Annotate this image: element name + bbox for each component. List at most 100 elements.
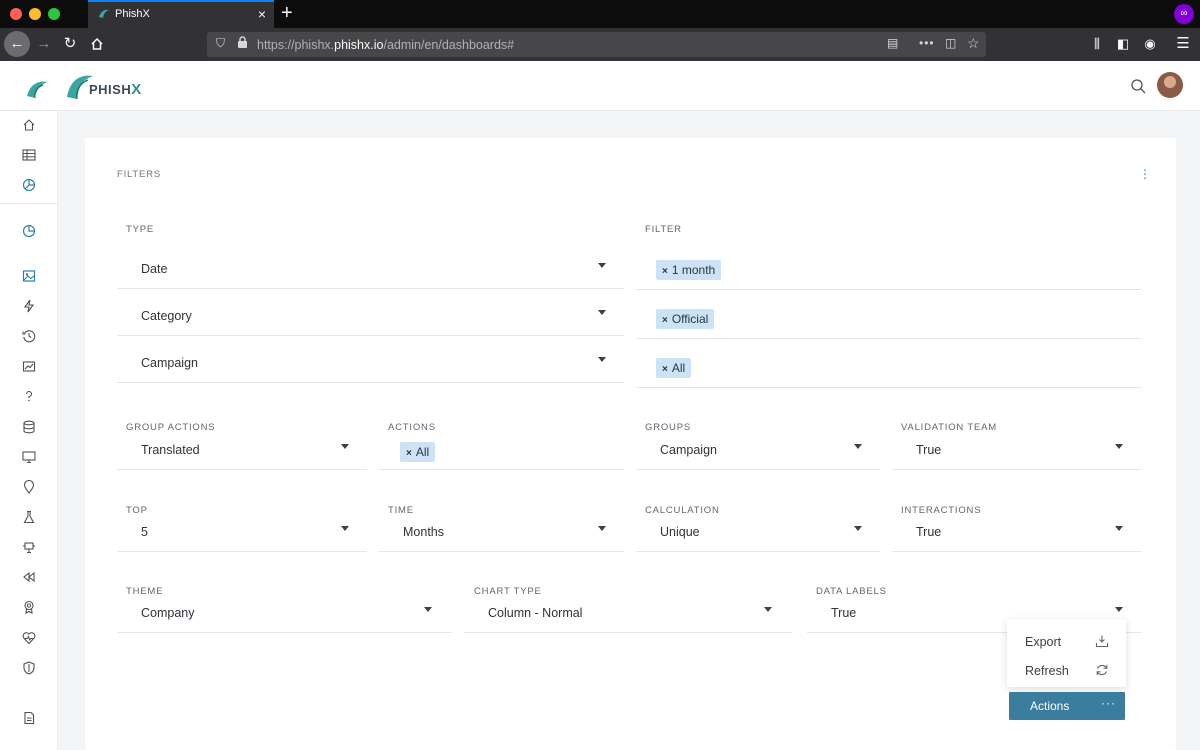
remove-chip-icon[interactable]: × [662, 364, 668, 375]
home-button[interactable] [86, 32, 108, 56]
chart-type-value: Column - Normal [488, 606, 583, 620]
private-browsing-icon[interactable]: ∞ [1174, 4, 1194, 24]
remove-chip-icon[interactable]: × [662, 315, 668, 326]
filter-select-category[interactable]: × Official [636, 298, 1141, 339]
network-icon[interactable] [22, 540, 44, 560]
download-icon [1095, 634, 1109, 648]
health-icon[interactable] [22, 631, 44, 651]
chevron-down-icon [1115, 526, 1123, 531]
forward-button[interactable]: → [34, 32, 54, 56]
avatar[interactable] [1157, 72, 1183, 98]
browser-tab[interactable]: PhishX × [88, 0, 274, 28]
actions-button-label: Actions [1030, 699, 1070, 713]
chevron-down-icon [598, 357, 606, 362]
group-actions-select[interactable]: Translated [117, 430, 367, 470]
chevron-down-icon [854, 526, 862, 531]
chevron-down-icon [598, 526, 606, 531]
hamburger-menu-icon[interactable]: ☰ [1173, 32, 1193, 56]
actions-select[interactable]: × All [379, 430, 624, 470]
chart-pie-icon[interactable] [22, 224, 44, 244]
home-icon[interactable] [22, 118, 44, 138]
award-icon[interactable] [22, 600, 44, 620]
search-icon[interactable] [1131, 79, 1146, 99]
minimize-window-button[interactable] [29, 8, 41, 20]
close-window-button[interactable] [10, 8, 22, 20]
calculation-value: Unique [660, 525, 700, 539]
filter-chip: × All [656, 358, 692, 378]
sidebar [0, 111, 58, 750]
type-select-date[interactable]: Date [117, 249, 624, 289]
back-button[interactable]: ← [4, 31, 30, 57]
new-tab-button[interactable]: + [281, 2, 293, 24]
address-bar[interactable]: ⛉ https://phishx.phishx.io/admin/en/dash… [207, 32, 986, 57]
document-icon[interactable] [22, 711, 44, 731]
actions-button[interactable]: Actions ··· [1009, 692, 1125, 720]
database-icon[interactable] [22, 420, 44, 440]
table-icon[interactable] [22, 148, 44, 168]
page-actions-icon[interactable]: ••• [919, 36, 935, 50]
url-text: https://phishx.phishx.io/admin/en/dashbo… [257, 38, 515, 52]
refresh-menu-item[interactable]: Refresh [1007, 657, 1126, 685]
rewind-icon[interactable] [22, 570, 44, 590]
top-select[interactable]: 5 [117, 512, 367, 552]
chart-type-select[interactable]: Column - Normal [464, 593, 792, 633]
chevron-down-icon [854, 444, 862, 449]
maximize-window-button[interactable] [48, 8, 60, 20]
shield-icon[interactable]: ⛉ [216, 36, 225, 51]
theme-select[interactable]: Company [117, 593, 452, 633]
monitor-icon[interactable] [22, 450, 44, 470]
tab-title: PhishX [115, 8, 150, 20]
library-icon[interactable]: ⫼ [1087, 32, 1107, 56]
reload-button[interactable]: ↻ [60, 32, 80, 56]
type-select-category[interactable]: Category [117, 296, 624, 336]
filter-select-campaign[interactable]: × All [636, 347, 1141, 388]
time-value: Months [403, 525, 444, 539]
close-tab-icon[interactable]: × [258, 6, 266, 22]
validation-team-select[interactable]: True [892, 430, 1141, 470]
filter-chip: × Official [656, 309, 715, 329]
help-icon[interactable] [22, 389, 44, 409]
lab-icon[interactable] [22, 510, 44, 530]
sidebar-logo-icon[interactable] [25, 78, 49, 105]
lightning-icon[interactable] [22, 299, 44, 319]
sidebar-toggle-icon[interactable]: ◧ [1113, 32, 1133, 56]
export-menu-item[interactable]: Export [1007, 628, 1126, 656]
filter-header: FILTER [645, 224, 682, 235]
type-value: Date [141, 262, 168, 276]
calculation-select[interactable]: Unique [636, 512, 880, 552]
reports-icon[interactable] [22, 359, 44, 379]
bookmark-star-icon[interactable]: ☆ [967, 35, 980, 52]
time-select[interactable]: Months [379, 512, 624, 552]
lock-icon[interactable] [237, 36, 248, 51]
refresh-label: Refresh [1025, 664, 1069, 678]
theme-value: Company [141, 606, 195, 620]
map-pin-icon[interactable] [22, 479, 44, 500]
filter-chip: × 1 month [656, 260, 722, 280]
reader-view-icon[interactable]: ▤ [887, 36, 898, 50]
app-header: PHISHX [0, 61, 1200, 111]
chevron-down-icon [424, 607, 432, 612]
chevron-down-icon [341, 526, 349, 531]
account-icon[interactable]: ◉ [1140, 32, 1160, 56]
type-select-campaign[interactable]: Campaign [117, 343, 624, 383]
interactions-select[interactable]: True [892, 512, 1141, 552]
shield-icon[interactable] [22, 661, 44, 681]
groups-value: Campaign [660, 443, 717, 457]
actions-chip: × All [400, 442, 436, 462]
remove-chip-icon[interactable]: × [662, 266, 668, 277]
dashboard-icon[interactable] [22, 178, 44, 198]
chevron-down-icon [341, 444, 349, 449]
remove-chip-icon[interactable]: × [406, 448, 412, 459]
history-icon[interactable] [22, 329, 44, 349]
data-labels-value: True [831, 606, 857, 620]
type-header: TYPE [126, 224, 155, 235]
phishx-favicon [98, 8, 110, 23]
more-options-icon[interactable]: ⋮ [1139, 168, 1151, 180]
image-icon[interactable] [22, 269, 44, 289]
pocket-icon[interactable]: ◫ [945, 36, 956, 50]
groups-select[interactable]: Campaign [636, 430, 880, 470]
card-title: FILTERS [117, 169, 161, 180]
filter-select-date[interactable]: × 1 month [636, 249, 1141, 290]
logo-text[interactable]: PHISHX [89, 81, 142, 98]
browser-tab-bar: PhishX × + ∞ [0, 0, 1200, 28]
